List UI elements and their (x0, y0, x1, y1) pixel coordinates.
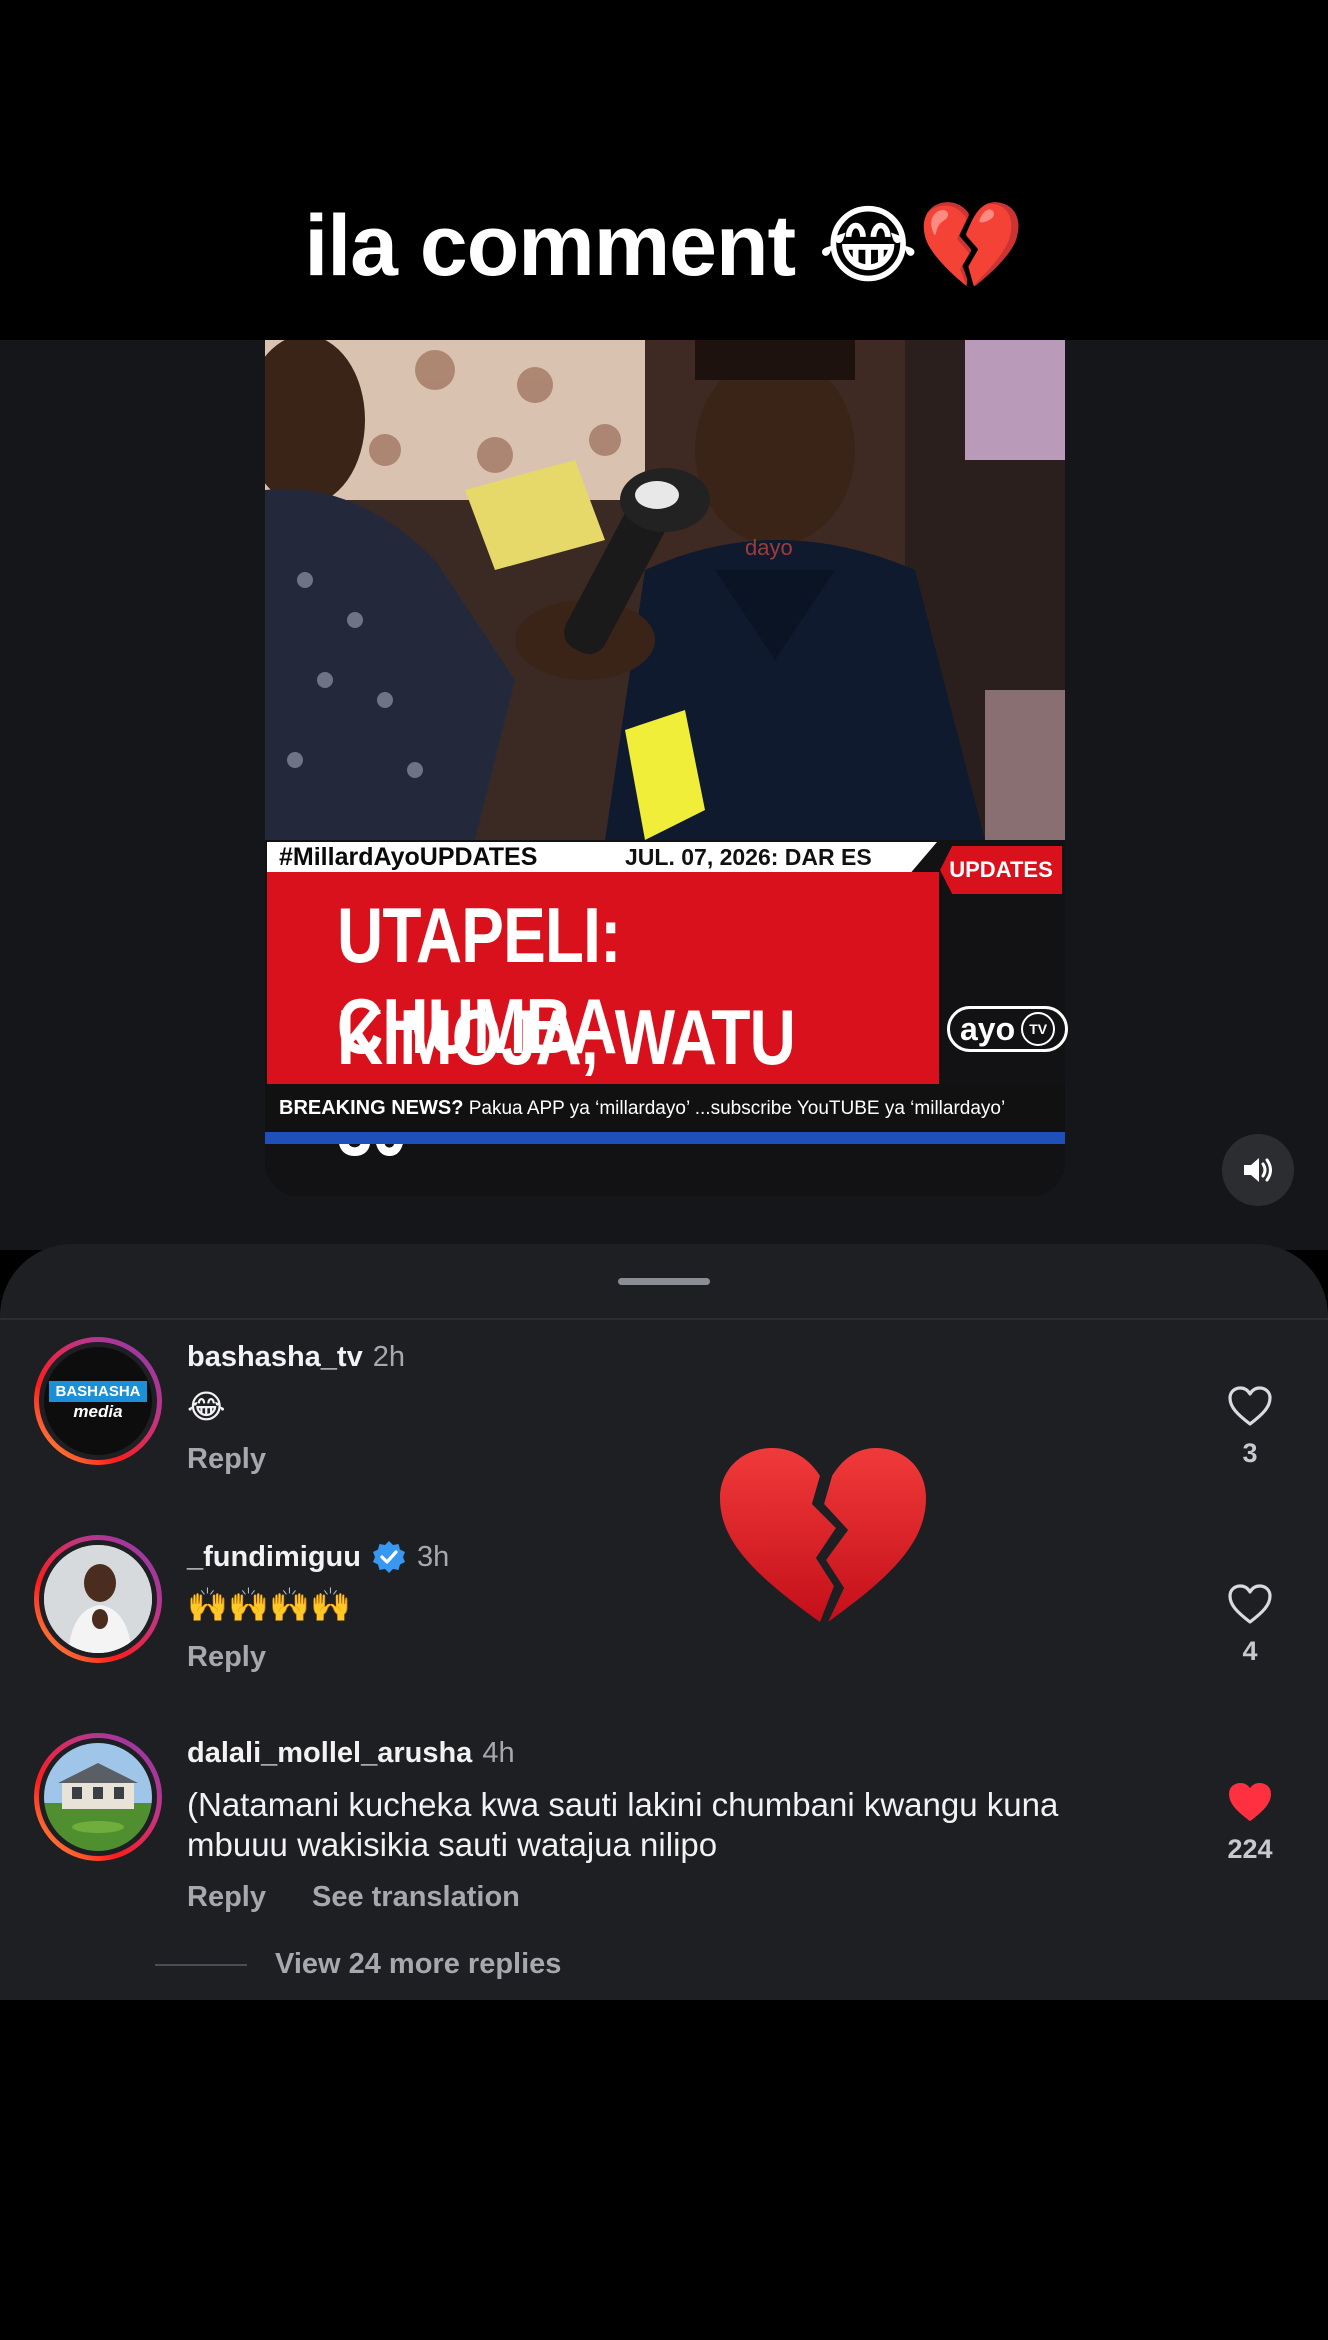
sound-toggle-button[interactable] (1222, 1134, 1294, 1206)
comment-username[interactable]: dalali_mollel_arusha (187, 1737, 472, 1770)
avatar[interactable] (34, 1535, 162, 1663)
speaker-on-icon (1244, 1158, 1272, 1182)
heart-outline-icon[interactable] (1227, 1385, 1273, 1427)
comment-item: dalali_mollel_arusha 4h (Natamani kuchek… (0, 1733, 1328, 1943)
logo-tv: TV (1021, 1012, 1056, 1046)
comment-text: (Natamani kucheka kwa sauti lakini chumb… (187, 1785, 1147, 1865)
like-count: 4 (1242, 1636, 1258, 1666)
logo-text: ayo (960, 1011, 1016, 1047)
sheet-divider (0, 1318, 1328, 1320)
avatar-brand-subtext: media (73, 1401, 123, 1421)
broken-heart-icon (720, 1448, 926, 1622)
view-more-replies-label[interactable]: View 24 more replies (275, 1948, 561, 1981)
like-control[interactable]: 4 (1220, 1583, 1280, 1667)
view-more-replies[interactable]: View 24 more replies (155, 1948, 561, 1981)
ticker-divider (265, 1132, 1065, 1144)
ayo-tv-logo: ayo TV (947, 1006, 1069, 1052)
avatar-brand-text: BASHASHA (49, 1380, 147, 1402)
news-hashtag: #MillardAyoUPDATES (267, 842, 617, 872)
avatar-photo (44, 1545, 152, 1653)
see-translation-button[interactable]: See translation (312, 1881, 520, 1914)
video-caption: ila comment 😂💔 (304, 198, 1024, 294)
avatar[interactable]: BASHASHA media (34, 1337, 162, 1465)
breaking-text: Pakua APP ya ‘millardayo’ ...subscribe Y… (463, 1098, 1006, 1119)
news-dateline: JUL. 07, 2026: DAR ES SALAAM (617, 842, 937, 872)
sheet-drag-handle[interactable] (618, 1278, 710, 1285)
heart-outline-icon[interactable] (1227, 1583, 1273, 1625)
reply-button[interactable]: Reply (187, 1641, 266, 1674)
comment-text-line-2: mbuuu wakisikia sauti watajua nilipo (187, 1826, 718, 1863)
like-count: 224 (1227, 1834, 1273, 1864)
comment-time: 4h (482, 1737, 515, 1769)
breaking-news-ticker: BREAKING NEWS? Pakua APP ya ‘millardayo’… (265, 1084, 1065, 1132)
verified-badge-icon (372, 1541, 405, 1573)
comment-username[interactable]: bashasha_tv (187, 1341, 363, 1374)
avatar-photo (44, 1743, 152, 1851)
like-count: 3 (1242, 1438, 1258, 1468)
comment-item: _fundimiguu 3h 🙌🙌🙌🙌 Reply 4 (0, 1535, 1328, 1725)
headline-line-2: KIMOJA, WATU 30 (337, 993, 796, 1172)
comment-item: BASHASHA media bashasha_tv 2h 😂 Reply 3 (0, 1337, 1328, 1527)
reply-button[interactable]: Reply (187, 1881, 266, 1914)
heart-filled-icon[interactable] (1227, 1781, 1273, 1823)
reply-button[interactable]: Reply (187, 1443, 266, 1476)
news-graphics: #MillardAyoUPDATES JUL. 07, 2026: DAR ES… (265, 340, 1069, 1196)
updates-tag: UPDATES (940, 846, 1062, 894)
replies-indent-line (155, 1963, 247, 1966)
comment-time: 2h (372, 1341, 405, 1373)
breaking-label: BREAKING NEWS? (279, 1097, 464, 1119)
comment-text: 😂 (187, 1388, 226, 1425)
comment-username[interactable]: _fundimiguu (187, 1541, 361, 1574)
like-control[interactable]: 224 (1220, 1781, 1280, 1865)
avatar[interactable] (34, 1733, 162, 1861)
like-control[interactable]: 3 (1220, 1385, 1280, 1469)
comment-text: 🙌🙌🙌🙌 (187, 1586, 352, 1623)
comment-text-line-1: (Natamani kucheka kwa sauti lakini chumb… (187, 1786, 1059, 1823)
comment-time: 3h (416, 1540, 450, 1573)
